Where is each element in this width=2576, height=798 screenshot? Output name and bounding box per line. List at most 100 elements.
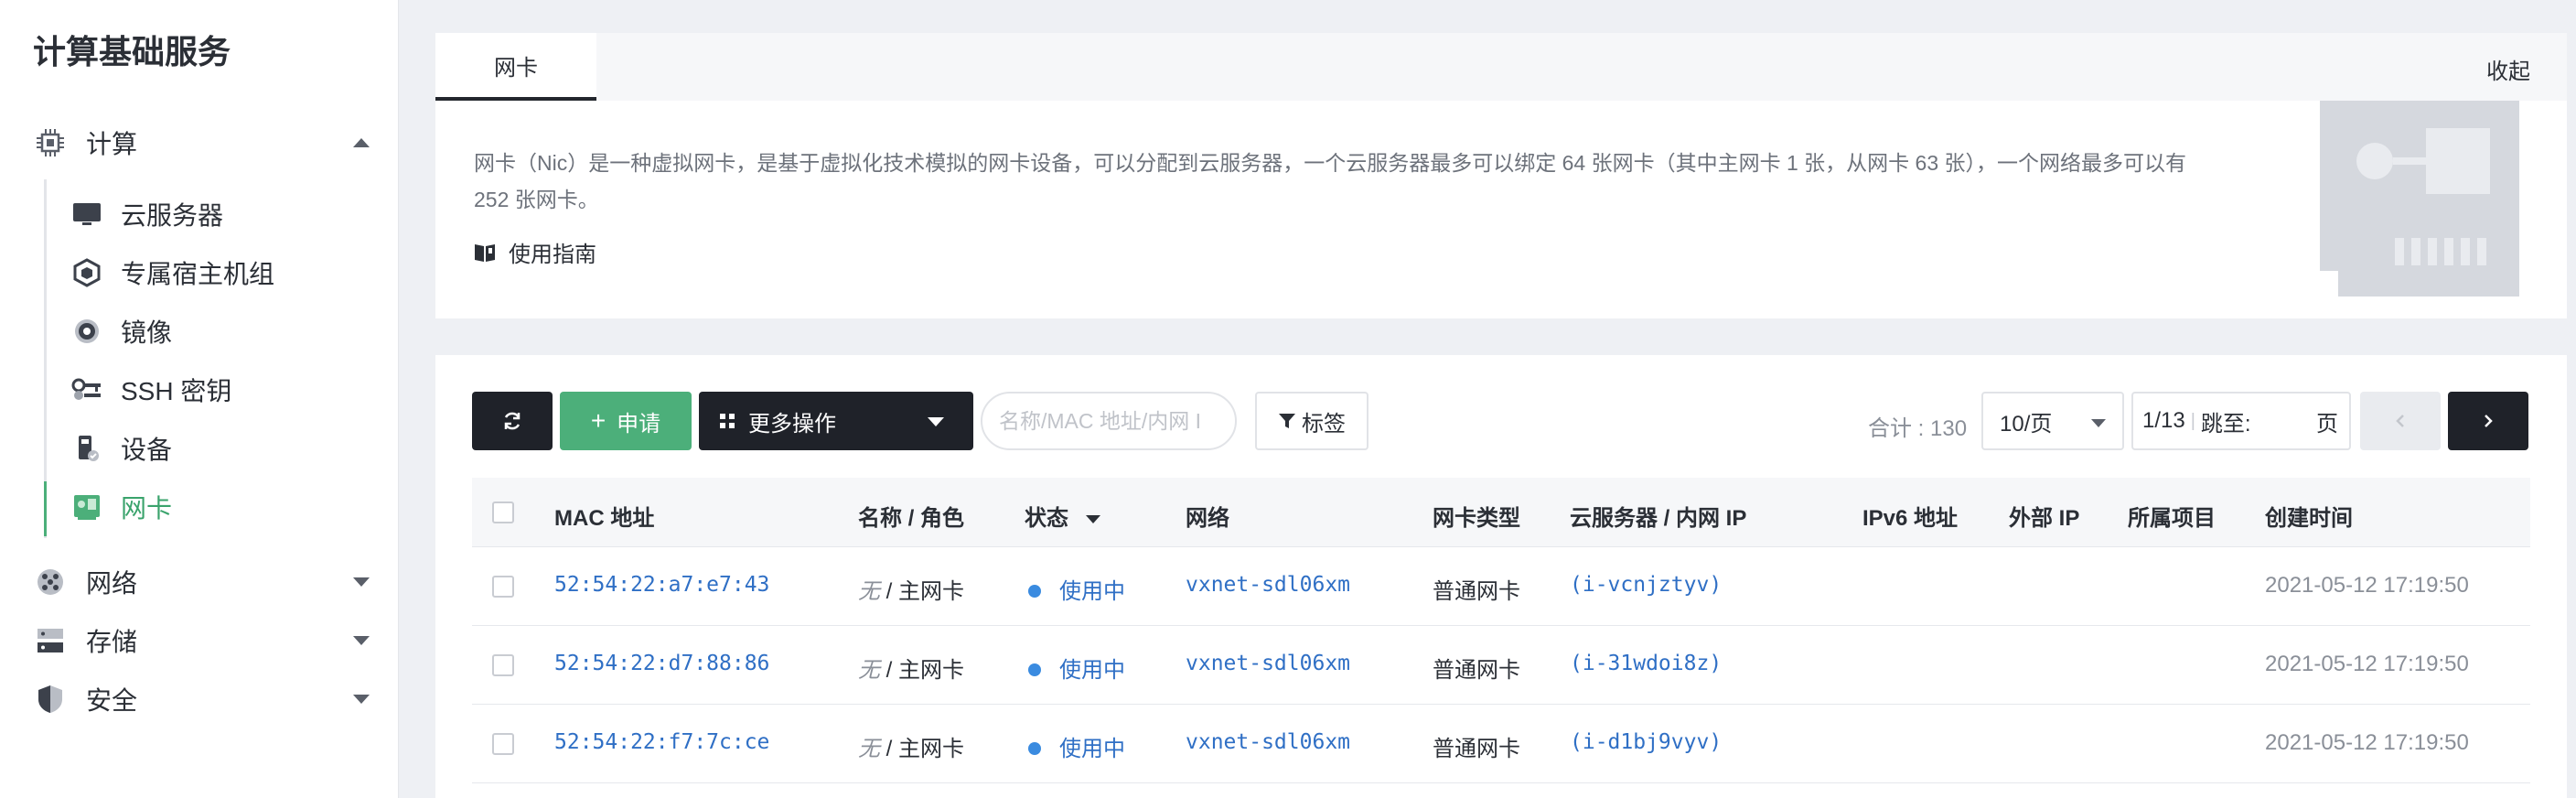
chevron-down-icon	[353, 636, 370, 645]
status-text: 使用中	[1059, 579, 1125, 604]
device-icon	[71, 433, 102, 464]
disc-icon	[71, 316, 102, 347]
mac-address-link[interactable]: 52:54:22:f7:7c:ce	[554, 730, 769, 754]
divider: |	[2190, 410, 2195, 431]
monitor-icon	[71, 199, 102, 230]
nic-type: 普通网卡	[1433, 579, 1520, 604]
tab-bar: 网卡 收起	[435, 33, 2567, 101]
table-row[interactable]: 52:54:22:a7:e7:43 无 / 主网卡 使用中 vxnet-sdl0…	[472, 547, 2530, 626]
row-checkbox[interactable]	[492, 576, 514, 598]
user-guide-label: 使用指南	[509, 243, 596, 267]
sidebar-item-label: 设备	[121, 436, 173, 464]
sidebar-item-label: SSH 密钥	[121, 377, 232, 405]
info-panel: 网卡 收起 网卡（Nic）是一种虚拟网卡，是基于虚拟化技术模拟的网卡设备，可以分…	[435, 33, 2567, 318]
tag-filter-button[interactable]: 标签	[1255, 392, 1368, 450]
nic-illustration	[2320, 101, 2519, 297]
collapse-button[interactable]: 收起	[2486, 53, 2530, 85]
column-header: 外部 IP	[2009, 506, 2080, 531]
page-unit: 页	[2316, 411, 2338, 437]
jump-label: 跳至:	[2200, 411, 2251, 437]
more-actions-label: 更多操作	[748, 411, 836, 437]
plus-icon: +	[590, 406, 606, 435]
chevron-down-icon	[2091, 419, 2106, 427]
column-header: 网络	[1186, 506, 1229, 531]
table-row[interactable]: 52:54:22:f7:7c:ce 无 / 主网卡 使用中 vxnet-sdl0…	[472, 705, 2530, 783]
network-icon	[38, 569, 63, 595]
book-icon	[475, 243, 495, 262]
sidebar-item-images[interactable]: 镜像	[71, 306, 382, 357]
nic-list-panel: + 申请 更多操作 标签 合计 : 130 10/页 1/13 | 跳至: 页 …	[435, 355, 2567, 798]
sidebar-group-security[interactable]: 安全	[0, 674, 399, 725]
select-all-checkbox[interactable]	[492, 501, 514, 523]
nic-role: / 主网卡	[886, 658, 965, 683]
sidebar-group-network[interactable]: 网络	[0, 556, 399, 608]
tab-nics[interactable]: 网卡	[435, 33, 596, 101]
column-header[interactable]: MAC 地址	[554, 500, 654, 532]
chevron-right-icon	[2485, 415, 2493, 427]
sidebar-item-label: 网卡	[121, 494, 173, 523]
apply-button-label: 申请	[617, 411, 661, 437]
network-link[interactable]: vxnet-sdl06xm	[1186, 730, 1350, 754]
more-actions-dropdown[interactable]: 更多操作	[699, 392, 973, 450]
sidebar-item-ssh-keys[interactable]: SSH 密钥	[71, 364, 382, 415]
status-cell: 使用中	[1028, 573, 1125, 605]
nic-role: / 主网卡	[886, 737, 965, 761]
status-dot	[1028, 663, 1041, 676]
network-link[interactable]: vxnet-sdl06xm	[1186, 573, 1350, 597]
sidebar-item-label: 镜像	[121, 318, 173, 347]
user-guide-link[interactable]: 使用指南	[474, 236, 596, 268]
column-header-status[interactable]: 状态	[1025, 500, 1100, 532]
nic-name: 无	[858, 658, 880, 683]
current-page: 1/13	[2142, 408, 2185, 433]
status-text: 使用中	[1059, 658, 1125, 683]
table-header: MAC 地址 名称 / 角色 状态 网络 网卡类型 云服务器 / 内网 IP I…	[472, 478, 2530, 547]
table-row[interactable]: 52:54:22:d7:88:86 无 / 主网卡 使用中 vxnet-sdl0…	[472, 626, 2530, 705]
mac-address-link[interactable]: 52:54:22:a7:e7:43	[554, 573, 769, 597]
row-checkbox[interactable]	[492, 733, 514, 755]
name-role-cell: 无 / 主网卡	[858, 730, 964, 762]
chevron-down-icon	[353, 695, 370, 704]
sidebar-item-instances[interactable]: 云服务器	[71, 189, 382, 240]
refresh-button[interactable]	[472, 392, 553, 450]
row-checkbox[interactable]	[492, 654, 514, 676]
sidebar-item-nics[interactable]: 网卡	[71, 481, 382, 533]
status-dot	[1028, 741, 1041, 755]
refresh-icon	[504, 412, 521, 430]
prev-page-button[interactable]	[2360, 392, 2441, 450]
network-link[interactable]: vxnet-sdl06xm	[1186, 652, 1350, 675]
sidebar-item-devices[interactable]: 设备	[71, 423, 382, 474]
apply-button[interactable]: + 申请	[560, 392, 692, 450]
sidebar: 计算基础服务 计算 云服务器 专属宿主机组 镜像 SSH 密钥 设备 网卡 网络…	[0, 0, 399, 798]
page-size-select[interactable]: 10/页	[1981, 392, 2124, 450]
nic-type: 普通网卡	[1433, 658, 1520, 683]
filter-icon	[1279, 414, 1295, 428]
cpu-icon	[37, 129, 64, 156]
server-link[interactable]: (i-31wdoi8z)	[1570, 652, 1722, 675]
sidebar-item-label: 专属宿主机组	[121, 260, 275, 288]
mac-address-link[interactable]: 52:54:22:d7:88:86	[554, 652, 769, 675]
search-input[interactable]	[981, 392, 1237, 450]
column-header: 所属项目	[2128, 506, 2216, 531]
sidebar-group-compute[interactable]: 计算	[0, 117, 399, 168]
page-jumper[interactable]: 1/13 | 跳至: 页	[2131, 392, 2351, 450]
column-header-label: 状态	[1025, 506, 1068, 531]
sidebar-group-label: 存储	[86, 628, 138, 656]
server-link[interactable]: (i-vcnjztyv)	[1570, 573, 1722, 597]
nic-name: 无	[858, 579, 880, 604]
status-dot	[1028, 584, 1041, 598]
status-cell: 使用中	[1028, 652, 1125, 684]
sidebar-item-dedicated-host-groups[interactable]: 专属宿主机组	[71, 247, 382, 298]
sidebar-title: 计算基础服务	[33, 33, 231, 70]
nic-icon	[71, 491, 102, 523]
description-text: 网卡（Nic）是一种虚拟网卡，是基于虚拟化技术模拟的网卡设备，可以分配到云服务器…	[474, 151, 2187, 211]
status-text: 使用中	[1059, 737, 1125, 761]
total-count: 合计 : 130	[1868, 416, 1968, 441]
sidebar-group-storage[interactable]: 存储	[0, 615, 399, 666]
sidebar-item-label: 云服务器	[121, 201, 224, 230]
page-size-value: 10/页	[2000, 411, 2053, 437]
next-page-button[interactable]	[2448, 392, 2528, 450]
column-header: 云服务器 / 内网 IP	[1570, 506, 1747, 531]
tag-filter-label: 标签	[1302, 411, 1346, 437]
server-link[interactable]: (i-d1bj9vyv)	[1570, 730, 1722, 754]
status-cell: 使用中	[1028, 730, 1125, 762]
